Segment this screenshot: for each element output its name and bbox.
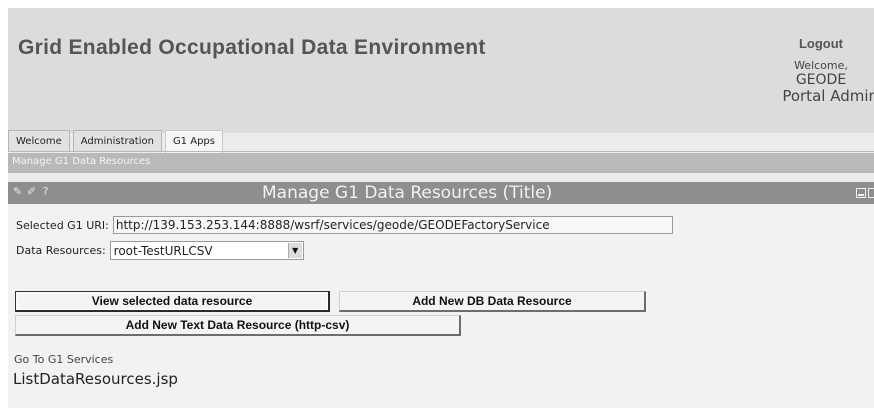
- add-db-resource-button[interactable]: Add New DB Data Resource: [339, 291, 646, 312]
- data-resources-select[interactable]: root-TestURLCSV ▼: [109, 241, 304, 260]
- breadcrumb[interactable]: Manage G1 Data Resources: [12, 156, 150, 167]
- main-tabs: Welcome Administration G1 Apps: [8, 130, 223, 153]
- uri-field[interactable]: [112, 216, 673, 234]
- chevron-down-icon[interactable]: ▼: [287, 243, 302, 258]
- pencil-icon[interactable]: ✐: [26, 185, 37, 199]
- add-text-resource-button[interactable]: Add New Text Data Resource (http-csv): [15, 315, 461, 336]
- logout-link[interactable]: Logout: [768, 36, 874, 51]
- portlet-tools: ✎ ✐ ?: [12, 185, 51, 199]
- user-area: Logout Welcome, GEODE Portal Admin: [744, 36, 874, 105]
- tab-administration[interactable]: Administration: [72, 130, 162, 152]
- portal-header: Grid Enabled Occupational Data Environme…: [8, 8, 874, 133]
- welcome-text: Welcome,: [794, 59, 848, 72]
- window-controls: [856, 188, 874, 198]
- data-resources-selected: root-TestURLCSV: [113, 243, 213, 258]
- uri-label: Selected G1 URI:: [16, 218, 109, 232]
- resources-row: Data Resources: root-TestURLCSV ▼: [16, 241, 304, 260]
- breadcrumb-bar: Manage G1 Data Resources: [8, 153, 874, 173]
- portal-page: Grid Enabled Occupational Data Environme…: [8, 8, 874, 408]
- uri-row: Selected G1 URI:: [16, 216, 673, 234]
- user-role: Portal Admin: [782, 87, 874, 105]
- tab-welcome[interactable]: Welcome: [8, 130, 70, 152]
- goto-services-link[interactable]: Go To G1 Services: [14, 353, 113, 366]
- tab-divider: [8, 151, 874, 152]
- help-icon[interactable]: ?: [40, 185, 51, 199]
- site-title: Grid Enabled Occupational Data Environme…: [18, 36, 486, 59]
- view-selected-button[interactable]: View selected data resource: [15, 291, 330, 312]
- jsp-filename: ListDataResources.jsp: [13, 370, 178, 388]
- portlet-content: Selected G1 URI: Data Resources: root-Te…: [8, 204, 874, 408]
- resources-label: Data Resources:: [16, 244, 106, 257]
- portlet-title-bar: ✎ ✐ ? Manage G1 Data Resources (Title): [8, 182, 874, 204]
- minimize-icon[interactable]: [856, 188, 866, 198]
- maximize-icon[interactable]: [868, 188, 874, 198]
- edit-icon[interactable]: ✎: [12, 185, 23, 199]
- tab-g1-apps[interactable]: G1 Apps: [164, 130, 223, 153]
- user-name: GEODE: [795, 72, 847, 88]
- portlet-title: Manage G1 Data Resources (Title): [262, 183, 553, 203]
